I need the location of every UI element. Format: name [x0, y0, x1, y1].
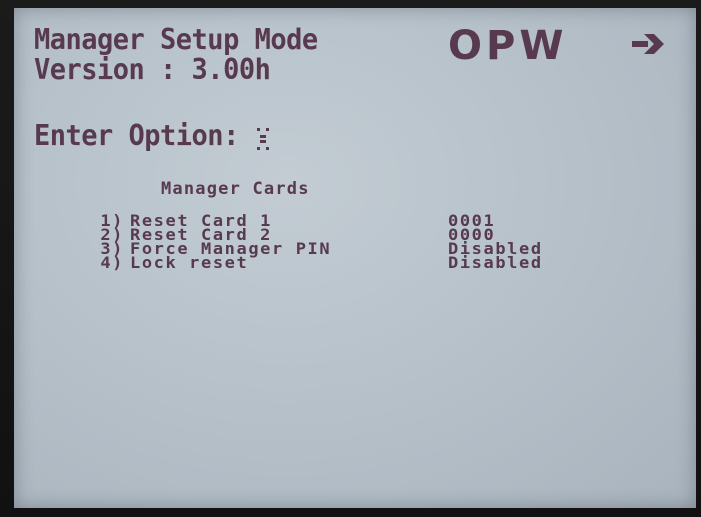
screen-title: Manager Setup Mode — [34, 23, 318, 57]
enter-option-label: Enter Option: — [34, 119, 239, 153]
version-label: Version : 3.00h — [34, 53, 271, 87]
section-title: Manager Cards — [161, 179, 310, 199]
menu-item-value: Disabled — [448, 254, 543, 273]
option-input-cursor[interactable] — [256, 126, 270, 152]
menu-item-number: 4) — [100, 254, 124, 273]
manager-cards-menu: 1) Reset Card 1 0001 2) Reset Card 2 000… — [74, 214, 614, 273]
menu-item-label: Lock reset — [130, 254, 249, 273]
logo-text: OPW — [448, 26, 567, 62]
menu-item-lock-reset[interactable]: 4) Lock reset Disabled — [74, 254, 614, 273]
lcd-screen: Manager Setup Mode Version : 3.00h OPW E… — [14, 8, 696, 508]
arrow-right-icon — [632, 34, 664, 54]
opw-logo: OPW — [448, 26, 664, 62]
terminal-bezel: Manager Setup Mode Version : 3.00h OPW E… — [0, 0, 701, 517]
